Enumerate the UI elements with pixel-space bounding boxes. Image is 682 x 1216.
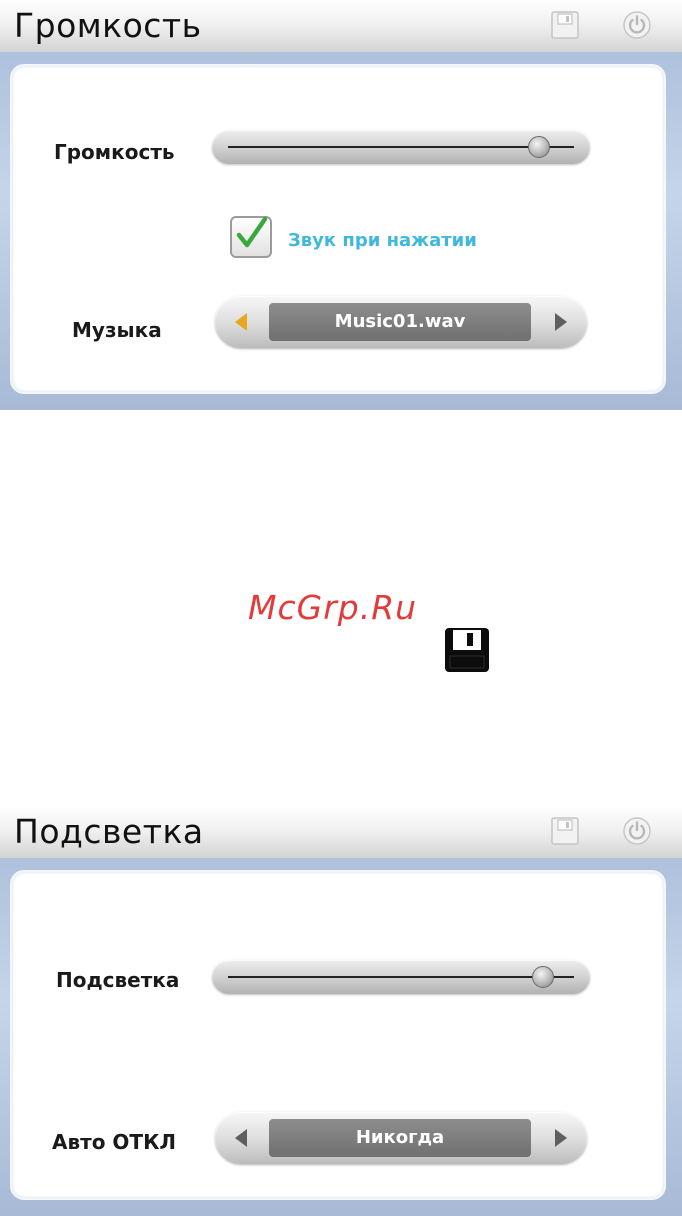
slider-knob[interactable] [528, 136, 551, 158]
page-title: Подсветка [14, 812, 204, 851]
volume-label: Громкость [54, 140, 175, 164]
volume-settings-screen: Громкость Громкость Звук при нажатии Муз… [0, 0, 682, 410]
settings-panel: Громкость Звук при нажатии Музыка Music0… [10, 64, 666, 394]
arrow-right-icon[interactable] [549, 310, 573, 334]
page-title: Громкость [14, 6, 202, 45]
settings-panel: Подсветка Авто ОТКЛ Никогда [10, 870, 666, 1200]
watermark-text: McGrp.Ru [248, 588, 418, 627]
key-sound-checkbox[interactable] [230, 216, 272, 258]
volume-slider[interactable] [212, 130, 590, 164]
arrow-left-icon[interactable] [229, 1126, 253, 1150]
slider-track [228, 976, 574, 978]
auto-off-value: Никогда [269, 1119, 531, 1157]
save-icon[interactable] [550, 816, 580, 846]
save-icon[interactable] [550, 10, 580, 40]
auto-off-label: Авто ОТКЛ [52, 1130, 177, 1154]
slider-track [228, 146, 574, 148]
music-picker: Music01.wav [215, 296, 587, 348]
checkmark-icon [236, 216, 268, 248]
power-icon[interactable] [622, 10, 652, 40]
music-label: Музыка [72, 318, 162, 342]
backlight-label: Подсветка [56, 968, 180, 992]
title-bar: Громкость [0, 0, 682, 52]
content-frame: Громкость Звук при нажатии Музыка Music0… [0, 52, 682, 410]
arrow-right-icon[interactable] [549, 1126, 573, 1150]
backlight-settings-screen: Подсветка Подсветка Авто ОТКЛ Никогда [0, 806, 682, 1216]
backlight-slider[interactable] [212, 960, 590, 994]
power-icon[interactable] [622, 816, 652, 846]
title-bar: Подсветка [0, 806, 682, 858]
music-value: Music01.wav [269, 303, 531, 341]
auto-off-picker: Никогда [215, 1112, 587, 1164]
key-sound-label[interactable]: Звук при нажатии [288, 230, 477, 251]
arrow-left-icon[interactable] [229, 310, 253, 334]
save-icon [445, 628, 489, 672]
slider-knob[interactable] [531, 966, 554, 988]
content-frame: Подсветка Авто ОТКЛ Никогда [0, 858, 682, 1216]
